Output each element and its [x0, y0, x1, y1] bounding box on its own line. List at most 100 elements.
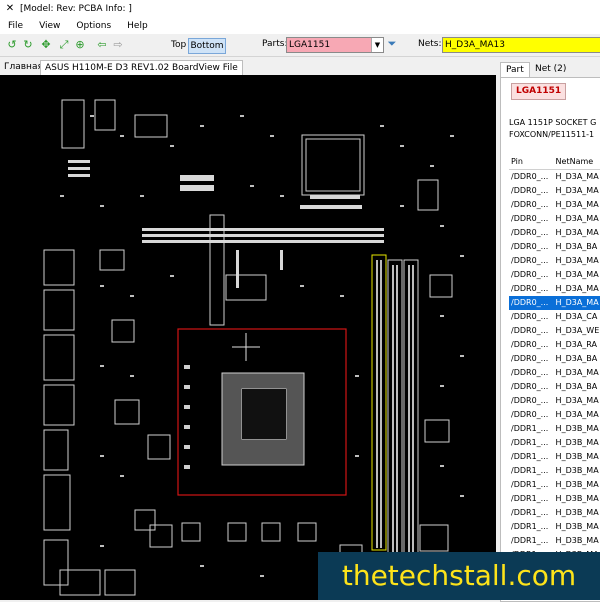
part-details: LGA1151 LGA 1151P SOCKET G FOXCONN/PE115… [500, 77, 600, 602]
netname-cell: H_D3B_MA [555, 480, 599, 489]
table-row[interactable]: /DDR1_... H_D3B_MA [509, 506, 600, 520]
pin-cell: /DDR0_... [511, 326, 549, 335]
part-description-line2: FOXCONN/PE11511-1 [509, 130, 595, 139]
table-header: Pin NetName [509, 155, 600, 170]
table-row[interactable]: /DDR0_... H_D3A_MA [509, 282, 600, 296]
netname-cell: H_D3A_MA [555, 214, 599, 223]
table-row[interactable]: /DDR0_... H_D3A_MA [509, 408, 600, 422]
rotate-right-icon[interactable]: ↻ [22, 39, 34, 51]
top-button[interactable]: Top [168, 38, 189, 52]
netname-cell: H_D3A_MA [555, 284, 599, 293]
table-row[interactable]: /DDR0_... H_D3A_MA [509, 254, 600, 268]
part-name-badge: LGA1151 [511, 83, 567, 100]
zoom-in-icon[interactable]: ⤢ [58, 39, 70, 51]
zoom-out-icon[interactable]: ⊕ [74, 39, 86, 51]
table-row[interactable]: /DDR1_... H_D3B_MA [509, 464, 600, 478]
netname-cell: H_D3A_MA [555, 200, 599, 209]
menu-bar: File View Options Help [0, 18, 600, 34]
window-title: [Model: Rev: PCBA Info: ] [20, 4, 132, 14]
pin-cell: /DDR1_... [511, 424, 549, 433]
document-tabs: Главная ASUS H110M-E D3 REV1.02 BoardVie… [0, 58, 496, 76]
table-row[interactable]: /DDR1_... H_D3B_MA [509, 534, 600, 548]
table-row[interactable]: /DDR0_... H_D3A_MA [509, 198, 600, 212]
table-row[interactable]: /DDR0_... H_D3A_MA [509, 394, 600, 408]
side-panel: Part Net (2) LGA1151 LGA 1151P SOCKET G … [496, 58, 600, 602]
pin-cell: /DDR1_... [511, 522, 549, 531]
netname-cell: H_D3B_MA [555, 466, 599, 475]
table-row[interactable]: /DDR0_... H_D3A_MA [509, 170, 600, 184]
nets-value: H_D3A_MA13 [445, 40, 505, 50]
nets-label: Nets: [418, 39, 442, 49]
table-row[interactable]: /DDR1_... H_D3B_MA [509, 478, 600, 492]
pin-cell: /DDR1_... [511, 480, 549, 489]
table-row[interactable]: /DDR1_... H_D3B_MA [509, 492, 600, 506]
board-canvas[interactable] [0, 75, 496, 600]
menu-view[interactable]: View [31, 21, 68, 31]
table-row[interactable]: /DDR0_... H_D3A_MA [509, 268, 600, 282]
filter-icon[interactable]: ⏷ [386, 38, 398, 50]
table-row[interactable]: /DDR1_... H_D3B_MA [509, 520, 600, 534]
table-row[interactable]: /DDR0_... H_D3A_MA [509, 296, 600, 310]
title-bar: ✕ [Model: Rev: PCBA Info: ] [0, 0, 600, 18]
netname-cell: H_D3B_MA [555, 438, 599, 447]
netname-cell: H_D3A_MA [555, 256, 599, 265]
zoom-fit-icon[interactable]: ✥ [40, 39, 52, 51]
netname-cell: H_D3A_MA [555, 396, 599, 405]
chevron-down-icon[interactable]: ▼ [371, 38, 383, 52]
pin-cell: /DDR0_... [511, 340, 549, 349]
nets-input[interactable]: H_D3A_MA13 [442, 37, 600, 53]
pin-cell: /DDR0_... [511, 200, 549, 209]
pin-cell: /DDR0_... [511, 396, 549, 405]
tab-net[interactable]: Net (2) [530, 62, 571, 76]
rotate-left-icon[interactable]: ↺ [6, 39, 18, 51]
pin-cell: /DDR1_... [511, 536, 549, 545]
table-row[interactable]: /DDR0_... H_D3A_MA [509, 226, 600, 240]
table-row[interactable]: /DDR0_... H_D3A_MA [509, 212, 600, 226]
netname-cell: H_D3A_MA [555, 368, 599, 377]
pin-cell: /DDR0_... [511, 242, 549, 251]
menu-file[interactable]: File [0, 21, 31, 31]
menu-options[interactable]: Options [68, 21, 119, 31]
pin-cell: /DDR0_... [511, 368, 549, 377]
netname-cell: H_D3A_MA [555, 186, 599, 195]
netname-cell: H_D3A_MA [555, 298, 599, 307]
table-row[interactable]: /DDR1_... H_D3B_MA [509, 436, 600, 450]
app-icon: ✕ [5, 3, 15, 14]
bottom-button[interactable]: Bottom [188, 38, 226, 54]
table-row[interactable]: /DDR0_... H_D3A_RA [509, 338, 600, 352]
netname-cell: H_D3B_MA [555, 452, 599, 461]
pin-cell: /DDR1_... [511, 452, 549, 461]
table-row[interactable]: /DDR0_... H_D3A_WE [509, 324, 600, 338]
column-netname[interactable]: NetName [553, 155, 600, 169]
table-row[interactable]: /DDR0_... H_D3A_MA [509, 366, 600, 380]
pin-cell: /DDR0_... [511, 214, 549, 223]
netname-cell: H_D3A_MA [555, 228, 599, 237]
netname-cell: H_D3A_MA [555, 172, 599, 181]
netname-cell: H_D3A_MA [555, 270, 599, 279]
pcb-board-drawing[interactable] [0, 75, 496, 600]
table-row[interactable]: /DDR0_... H_D3A_CA [509, 310, 600, 324]
pin-cell: /DDR1_... [511, 494, 549, 503]
menu-help[interactable]: Help [119, 21, 156, 31]
parts-combobox[interactable]: LGA1151 ▼ [286, 37, 384, 53]
pin-cell: /DDR0_... [511, 284, 549, 293]
netname-cell: H_D3B_MA [555, 424, 599, 433]
table-row[interactable]: /DDR1_... H_D3B_MA [509, 422, 600, 436]
arrow-right-icon[interactable]: ⇨ [112, 39, 124, 51]
column-pin[interactable]: Pin [509, 155, 553, 169]
tab-part[interactable]: Part [500, 62, 530, 77]
table-row[interactable]: /DDR0_... H_D3A_BA [509, 380, 600, 394]
arrow-left-icon[interactable]: ⇦ [96, 39, 108, 51]
table-row[interactable]: /DDR0_... H_D3A_BA [509, 240, 600, 254]
netname-cell: H_D3B_MA [555, 494, 599, 503]
table-row[interactable]: /DDR1_... H_D3B_MA [509, 450, 600, 464]
netname-cell: H_D3A_BA [555, 382, 598, 391]
pin-cell: /DDR0_... [511, 186, 549, 195]
netname-cell: H_D3A_MA [555, 410, 599, 419]
tab-boardview-file[interactable]: ASUS H110M-E D3 REV1.02 BoardView File [40, 60, 243, 75]
table-row[interactable]: /DDR0_... H_D3A_BA [509, 352, 600, 366]
pin-cell: /DDR1_... [511, 438, 549, 447]
pin-cell: /DDR0_... [511, 298, 549, 307]
netname-cell: H_D3A_WE [555, 326, 600, 335]
table-row[interactable]: /DDR0_... H_D3A_MA [509, 184, 600, 198]
